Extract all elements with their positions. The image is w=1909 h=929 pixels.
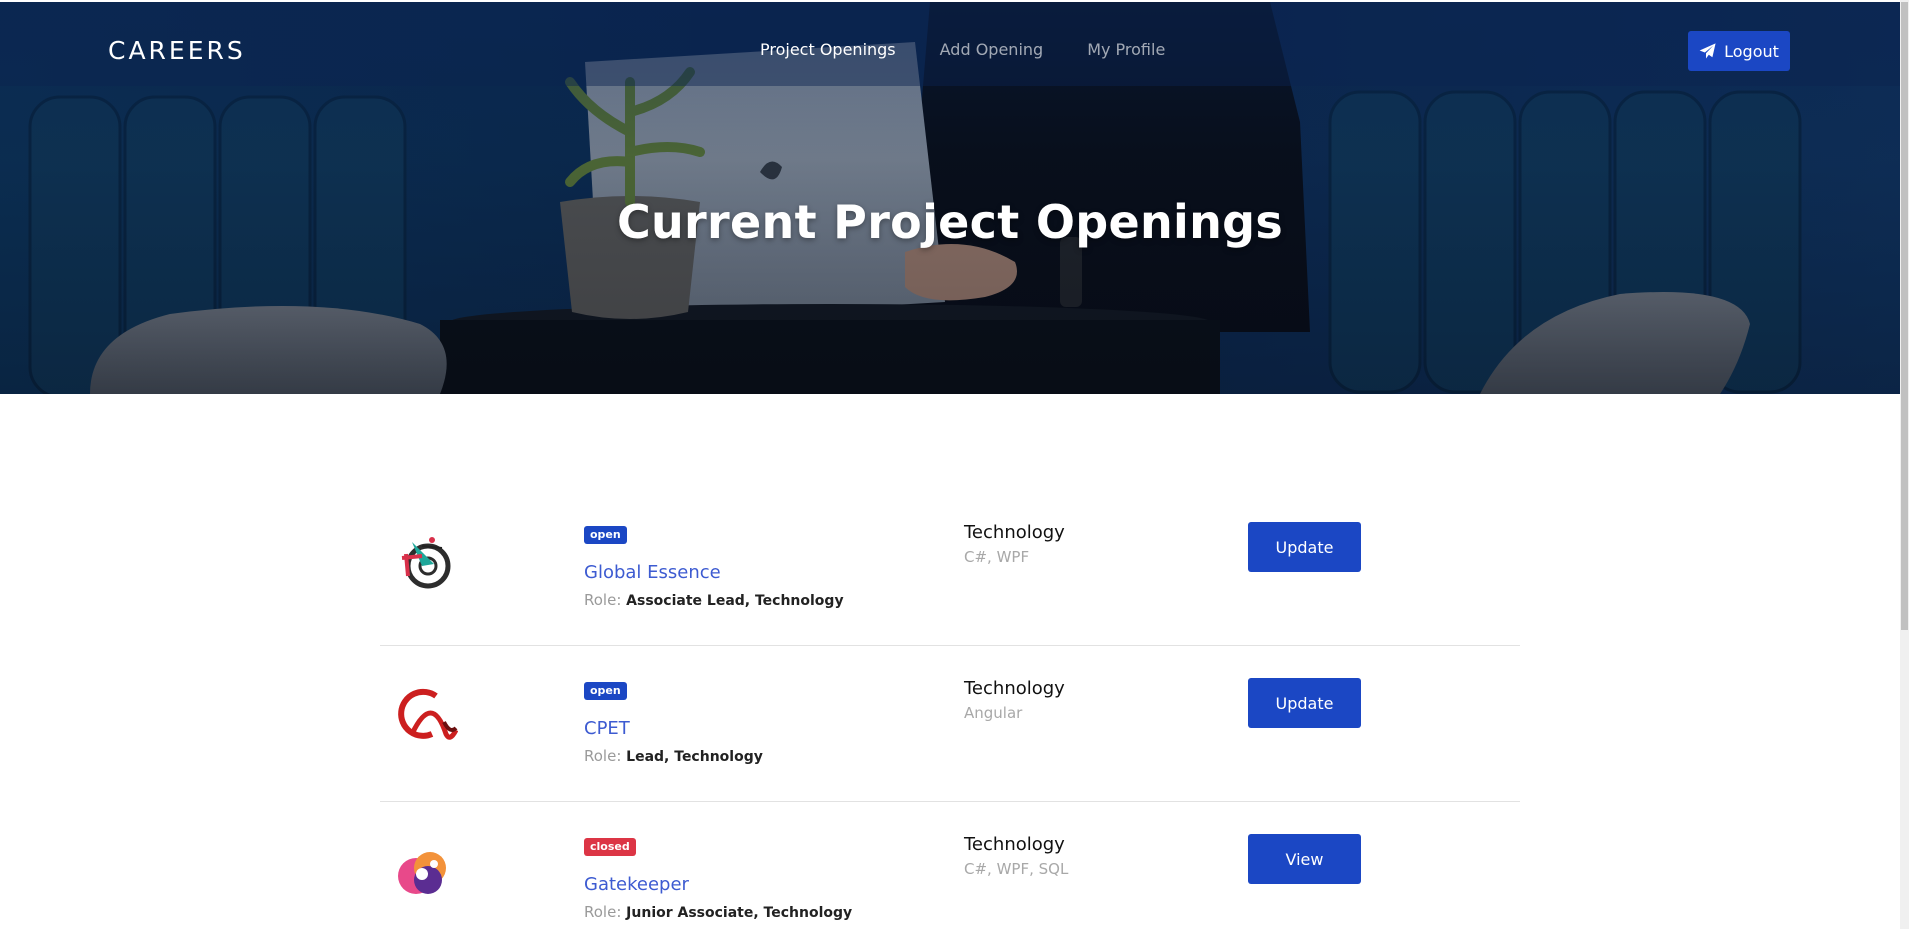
role-label: Role: — [584, 591, 622, 609]
status-badge: closed — [584, 838, 636, 856]
project-role: Role: Junior Associate, Technology — [584, 903, 852, 921]
nav-project-openings[interactable]: Project Openings — [760, 40, 896, 59]
status-badge: open — [584, 526, 627, 544]
project-name-link[interactable]: CPET — [584, 718, 630, 739]
navbar: CAREERS Project Openings Add Opening My … — [0, 2, 1900, 86]
project-category: Technology — [964, 834, 1065, 855]
logout-button[interactable]: Logout — [1688, 31, 1790, 71]
nav-my-profile[interactable]: My Profile — [1087, 40, 1165, 59]
project-row: open Global Essence Role: Associate Lead… — [380, 490, 1520, 646]
nav-add-opening[interactable]: Add Opening — [940, 40, 1044, 59]
page: CAREERS Project Openings Add Opening My … — [0, 0, 1909, 929]
role-value: Associate Lead, Technology — [626, 593, 844, 609]
project-row: closed Gatekeeper Role: Junior Associate… — [380, 802, 1520, 929]
project-name-link[interactable]: Global Essence — [584, 562, 721, 583]
project-role: Role: Associate Lead, Technology — [584, 591, 844, 609]
role-label: Role: — [584, 747, 622, 765]
project-category: Technology — [964, 678, 1065, 699]
project-openings-list: open Global Essence Role: Associate Lead… — [380, 490, 1520, 929]
project-skills: C#, WPF — [964, 548, 1030, 566]
status-badge: open — [584, 682, 627, 700]
logout-label: Logout — [1724, 41, 1779, 61]
view-button[interactable]: View — [1248, 834, 1361, 884]
project-role: Role: Lead, Technology — [584, 747, 763, 765]
brand-logo-text[interactable]: CAREERS — [108, 36, 246, 65]
scrollbar-thumb[interactable] — [1901, 2, 1908, 630]
project-skills: C#, WPF, SQL — [964, 860, 1069, 878]
page-title: Current Project Openings — [616, 195, 1284, 249]
role-label: Role: — [584, 903, 622, 921]
project-skills: Angular — [964, 704, 1023, 722]
project-category: Technology — [964, 522, 1065, 543]
update-button[interactable]: Update — [1248, 522, 1361, 572]
project-row: open CPET Role: Lead, Technology Technol… — [380, 646, 1520, 802]
role-value: Junior Associate, Technology — [626, 905, 853, 921]
role-value: Lead, Technology — [626, 749, 763, 765]
hero-banner: CAREERS Project Openings Add Opening My … — [0, 2, 1900, 394]
paper-plane-icon — [1699, 42, 1716, 59]
project-name-link[interactable]: Gatekeeper — [584, 874, 689, 895]
update-button[interactable]: Update — [1248, 678, 1361, 728]
cpet-logo — [398, 688, 458, 740]
gatekeeper-logo — [398, 852, 446, 894]
vertical-scrollbar[interactable] — [1900, 0, 1909, 929]
main-nav: Project Openings Add Opening My Profile — [760, 40, 1209, 59]
global-essence-logo — [401, 537, 451, 589]
